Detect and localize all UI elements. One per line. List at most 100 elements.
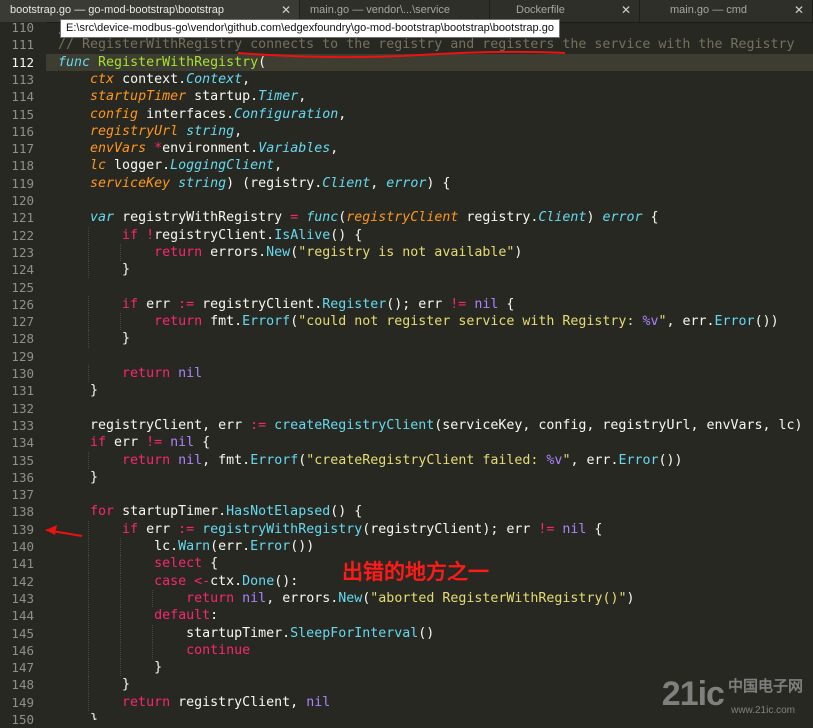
close-icon[interactable]: ✕ [794, 3, 804, 17]
line-number: 115 [11, 106, 34, 122]
line-number: 119 [11, 175, 34, 191]
code-token: New [266, 244, 291, 260]
code-token: , err. [570, 452, 619, 468]
indent-guide [120, 659, 121, 677]
code-token: Error [618, 452, 659, 468]
code-line[interactable]: if !registryClient.IsAlive() { [46, 227, 813, 244]
code-line[interactable]: config interfaces.Configuration, [46, 106, 813, 123]
code-line[interactable]: return fmt.Errorf("could not register se… [46, 313, 813, 330]
code-token: return [154, 314, 203, 330]
indent-guide [88, 607, 89, 625]
code-line[interactable]: startupTimer startup.Timer, [46, 88, 813, 105]
code-token: startupTimer. [114, 504, 227, 520]
code-line[interactable]: } [46, 382, 813, 399]
code-token: return [122, 694, 171, 710]
line-number: 127 [11, 314, 34, 330]
indent-guide [88, 451, 89, 469]
code-line[interactable]: ctx context.Context, [46, 71, 813, 88]
code-line[interactable]: // RegisterWithRegistry connects to the … [46, 36, 813, 53]
code-token: Context [186, 71, 243, 87]
code-line[interactable]: return nil, fmt.Errorf("createRegistryCl… [46, 452, 813, 469]
line-number: 121 [11, 210, 34, 226]
code-token: } [58, 262, 131, 278]
indent-guide [120, 243, 121, 262]
code-line[interactable] [46, 279, 813, 296]
code-line[interactable]: lc logger.LoggingClient, [46, 157, 813, 174]
indent-guide [120, 555, 121, 573]
line-number: 147 [11, 660, 34, 676]
line-number: 124 [11, 262, 34, 278]
code-token: Warn [178, 539, 211, 554]
line-number: 144 [11, 608, 34, 624]
code-line[interactable]: registryClient, err := createRegistryCli… [46, 417, 813, 434]
code-line[interactable]: } [46, 659, 813, 676]
code-line[interactable]: return errors.New("registry is not avail… [46, 244, 813, 261]
code-token: for [90, 504, 115, 520]
code-token: Configuration [234, 106, 339, 122]
code-line[interactable]: continue [46, 642, 813, 659]
code-token: ) (registry. [226, 175, 323, 191]
code-line[interactable]: var registryWithRegistry = func(registry… [46, 209, 813, 226]
tab-main-go-cmd[interactable]: main.go — cmd ✕ [640, 0, 813, 22]
code-token: HasNotElapsed [226, 504, 331, 520]
code-line[interactable]: return nil, errors.New("aborted Register… [46, 590, 813, 607]
close-icon[interactable]: ✕ [281, 3, 291, 17]
line-number: 141 [11, 556, 34, 572]
code-token: Timer [258, 89, 299, 105]
code-line[interactable] [46, 348, 813, 365]
code-line[interactable]: if err := registryWithRegistry(registryC… [46, 521, 813, 538]
code-token: { [498, 296, 515, 312]
code-line[interactable]: } [46, 469, 813, 486]
code-line[interactable]: lc.Warn(err.Error()) [46, 538, 813, 555]
line-number: 146 [11, 642, 34, 658]
line-number: 122 [11, 227, 34, 243]
code-line[interactable] [46, 486, 813, 503]
indent-guide [88, 676, 89, 694]
code-line[interactable]: envVars *environment.Variables, [46, 140, 813, 157]
code-line[interactable]: registryUrl string, [46, 123, 813, 140]
line-number: 112 [11, 54, 34, 70]
code-line[interactable]: return nil [46, 365, 813, 382]
code-token: registryClient [346, 210, 459, 226]
code-line[interactable] [46, 192, 813, 209]
code-token: registry. [458, 210, 539, 226]
code-line[interactable]: if err != nil { [46, 434, 813, 451]
code-line[interactable]: startupTimer.SleepForInterval() [46, 625, 813, 642]
code-line[interactable]: func RegisterWithRegistry( [46, 53, 813, 71]
code-line[interactable]: } [46, 261, 813, 278]
code-token: interfaces. [138, 106, 235, 122]
code-token: Register [322, 296, 387, 312]
line-number: 139 [11, 521, 34, 537]
line-number: 126 [11, 296, 34, 312]
line-number: 143 [11, 590, 34, 606]
code-line[interactable] [46, 400, 813, 417]
code-token: // RegisterWithRegistry connects to the … [58, 37, 795, 53]
code-token: err [106, 435, 147, 451]
code-token: error [386, 175, 427, 191]
code-line[interactable]: serviceKey string) (registry.Client, err… [46, 175, 813, 192]
code-editor[interactable]: } // RegisterWithRegistry connects to the… [46, 22, 813, 720]
code-line[interactable]: } [46, 330, 813, 347]
code-line[interactable]: default: [46, 607, 813, 624]
code-token: , [330, 141, 339, 157]
code-token: <- [194, 573, 211, 589]
code-token: case [154, 573, 187, 589]
code-token: registryWithRegistry [114, 210, 291, 226]
line-number: 118 [11, 158, 34, 174]
code-line[interactable]: if err := registryClient.Register(); err… [46, 296, 813, 313]
code-token: func [306, 210, 339, 226]
close-icon[interactable]: ✕ [621, 3, 631, 17]
indent-guide [88, 261, 89, 279]
code-line[interactable]: for startupTimer.HasNotElapsed() { [46, 503, 813, 520]
